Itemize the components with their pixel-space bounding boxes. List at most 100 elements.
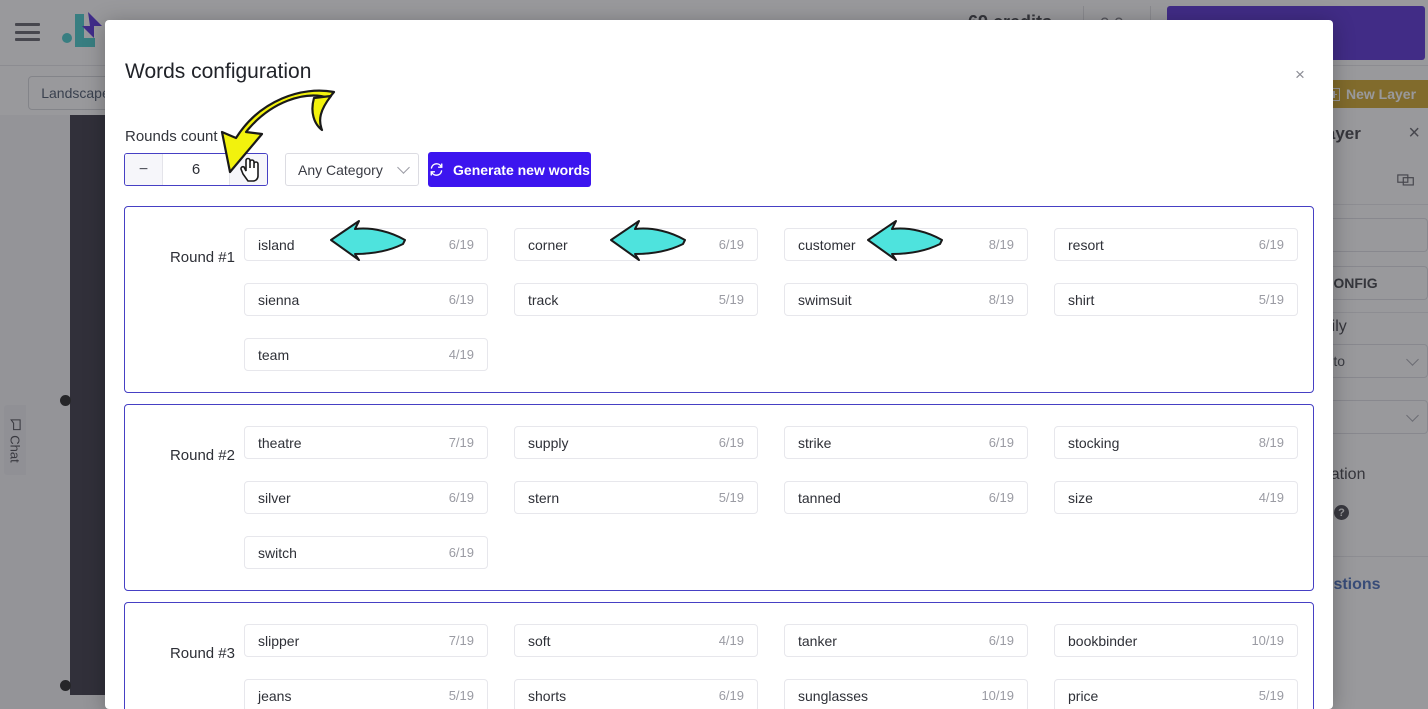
word-text: corner bbox=[528, 236, 568, 253]
word-char-count: 8/19 bbox=[1258, 435, 1284, 450]
word-text: theatre bbox=[258, 434, 302, 451]
word-char-count: 5/19 bbox=[718, 292, 744, 307]
word-text: tanned bbox=[798, 489, 841, 506]
word-text: island bbox=[258, 236, 295, 253]
round-card: Round #1 island 6/19 corner 6/19 customer 8/19… bbox=[124, 206, 1314, 393]
rounds-count-label: Rounds count bbox=[125, 128, 218, 145]
generate-button-label: Generate new words bbox=[453, 161, 590, 178]
close-icon[interactable]: × bbox=[1287, 62, 1313, 88]
round-label: Round #2 bbox=[169, 447, 235, 464]
word-card-price[interactable]: price 5/19 bbox=[1054, 679, 1298, 709]
word-char-count: 6/19 bbox=[988, 435, 1014, 450]
word-char-count: 6/19 bbox=[448, 490, 474, 505]
rounds-count-stepper[interactable]: − 6 + bbox=[124, 153, 268, 186]
word-card-sienna[interactable]: sienna 6/19 bbox=[244, 283, 488, 316]
word-card-empty-slot bbox=[784, 338, 1028, 371]
word-card-bookbinder[interactable]: bookbinder 10/19 bbox=[1054, 624, 1298, 657]
word-card-empty-slot bbox=[514, 536, 758, 569]
word-card-tanned[interactable]: tanned 6/19 bbox=[784, 481, 1028, 514]
word-char-count: 6/19 bbox=[1258, 237, 1284, 252]
word-char-count: 4/19 bbox=[718, 633, 744, 648]
word-card-switch[interactable]: switch 6/19 bbox=[244, 536, 488, 569]
word-text: size bbox=[1068, 489, 1093, 506]
word-char-count: 6/19 bbox=[448, 545, 474, 560]
word-card-empty-slot bbox=[514, 338, 758, 371]
word-text: tanker bbox=[798, 632, 837, 649]
word-card-tanker[interactable]: tanker 6/19 bbox=[784, 624, 1028, 657]
word-card-slipper[interactable]: slipper 7/19 bbox=[244, 624, 488, 657]
word-text: jeans bbox=[258, 687, 292, 704]
word-text: customer bbox=[798, 236, 856, 253]
word-text: resort bbox=[1068, 236, 1104, 253]
word-text: silver bbox=[258, 489, 291, 506]
word-text: supply bbox=[528, 434, 569, 451]
word-card-resort[interactable]: resort 6/19 bbox=[1054, 228, 1298, 261]
word-char-count: 10/19 bbox=[981, 688, 1014, 703]
rounds-count-value[interactable]: 6 bbox=[163, 154, 229, 185]
word-card-soft[interactable]: soft 4/19 bbox=[514, 624, 758, 657]
word-text: soft bbox=[528, 632, 551, 649]
word-card-jeans[interactable]: jeans 5/19 bbox=[244, 679, 488, 709]
word-char-count: 5/19 bbox=[718, 490, 744, 505]
word-text: stocking bbox=[1068, 434, 1120, 451]
words-configuration-modal: Words configuration × Rounds count − 6 +… bbox=[105, 20, 1333, 709]
word-card-customer[interactable]: customer 8/19 bbox=[784, 228, 1028, 261]
word-char-count: 7/19 bbox=[448, 435, 474, 450]
category-select[interactable]: Any Category bbox=[285, 153, 419, 186]
word-char-count: 10/19 bbox=[1251, 633, 1284, 648]
category-select-value: Any Category bbox=[298, 161, 383, 178]
word-char-count: 6/19 bbox=[718, 688, 744, 703]
word-text: shorts bbox=[528, 687, 567, 704]
word-char-count: 5/19 bbox=[1258, 688, 1284, 703]
word-card-silver[interactable]: silver 6/19 bbox=[244, 481, 488, 514]
word-char-count: 5/19 bbox=[448, 688, 474, 703]
word-card-theatre[interactable]: theatre 7/19 bbox=[244, 426, 488, 459]
chevron-down-icon bbox=[397, 161, 410, 174]
word-card-corner[interactable]: corner 6/19 bbox=[514, 228, 758, 261]
word-char-count: 6/19 bbox=[718, 237, 744, 252]
word-char-count: 6/19 bbox=[718, 435, 744, 450]
decrement-stepper-button[interactable]: − bbox=[125, 154, 163, 185]
word-char-count: 4/19 bbox=[448, 347, 474, 362]
word-text: track bbox=[528, 291, 559, 308]
word-card-size[interactable]: size 4/19 bbox=[1054, 481, 1298, 514]
word-text: sienna bbox=[258, 291, 300, 308]
word-card-swimsuit[interactable]: swimsuit 8/19 bbox=[784, 283, 1028, 316]
word-char-count: 6/19 bbox=[448, 292, 474, 307]
round-label: Round #1 bbox=[169, 249, 235, 266]
word-text: sunglasses bbox=[798, 687, 869, 704]
word-card-strike[interactable]: strike 6/19 bbox=[784, 426, 1028, 459]
word-text: bookbinder bbox=[1068, 632, 1138, 649]
word-char-count: 8/19 bbox=[988, 237, 1014, 252]
word-card-island[interactable]: island 6/19 bbox=[244, 228, 488, 261]
word-char-count: 6/19 bbox=[988, 633, 1014, 648]
round-word-grid: slipper 7/19 soft 4/19 tanker 6/19 bookbinder 1… bbox=[244, 624, 1298, 709]
word-char-count: 6/19 bbox=[448, 237, 474, 252]
word-text: team bbox=[258, 346, 290, 363]
word-char-count: 6/19 bbox=[988, 490, 1014, 505]
increment-stepper-button[interactable]: + bbox=[229, 154, 267, 185]
word-card-team[interactable]: team 4/19 bbox=[244, 338, 488, 371]
word-card-shirt[interactable]: shirt 5/19 bbox=[1054, 283, 1298, 316]
round-card: Round #3 slipper 7/19 soft 4/19 tanker 6/19 boo… bbox=[124, 602, 1314, 709]
word-card-supply[interactable]: supply 6/19 bbox=[514, 426, 758, 459]
generate-new-words-button[interactable]: Generate new words bbox=[428, 152, 591, 187]
word-card-stern[interactable]: stern 5/19 bbox=[514, 481, 758, 514]
word-card-shorts[interactable]: shorts 6/19 bbox=[514, 679, 758, 709]
round-label: Round #3 bbox=[169, 645, 235, 662]
word-card-empty-slot bbox=[1054, 338, 1298, 371]
refresh-icon bbox=[430, 163, 443, 176]
word-card-empty-slot bbox=[784, 536, 1028, 569]
word-card-stocking[interactable]: stocking 8/19 bbox=[1054, 426, 1298, 459]
rounds-list: Round #1 island 6/19 corner 6/19 customer 8/19… bbox=[124, 206, 1314, 709]
word-text: switch bbox=[258, 544, 297, 561]
word-char-count: 5/19 bbox=[1258, 292, 1284, 307]
word-text: shirt bbox=[1068, 291, 1095, 308]
word-card-sunglasses[interactable]: sunglasses 10/19 bbox=[784, 679, 1028, 709]
word-card-empty-slot bbox=[1054, 536, 1298, 569]
word-card-track[interactable]: track 5/19 bbox=[514, 283, 758, 316]
word-char-count: 7/19 bbox=[448, 633, 474, 648]
round-card: Round #2 theatre 7/19 supply 6/19 strike 6/19 s… bbox=[124, 404, 1314, 591]
modal-title: Words configuration bbox=[125, 60, 312, 83]
word-text: strike bbox=[798, 434, 832, 451]
